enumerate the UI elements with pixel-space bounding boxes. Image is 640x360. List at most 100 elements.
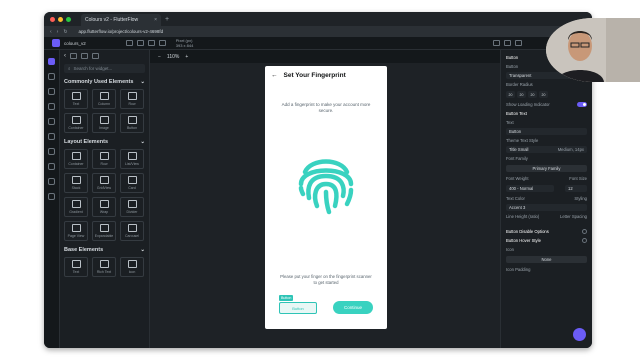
font-family-select[interactable]: Primary Family bbox=[506, 165, 587, 172]
loading-toggle[interactable] bbox=[577, 102, 587, 107]
font-family-value: Primary Family bbox=[532, 166, 561, 171]
font-weight-size-row: Font Weight Font Size bbox=[501, 174, 592, 183]
project-name[interactable]: colours_v2 bbox=[64, 41, 86, 46]
reload-icon[interactable]: ↻ bbox=[63, 29, 67, 35]
theme-style-weight: Medium, 14px bbox=[557, 147, 584, 152]
minimize-window-icon[interactable] bbox=[58, 16, 63, 22]
components-icon[interactable] bbox=[48, 88, 55, 95]
back-icon[interactable]: ‹ bbox=[50, 29, 52, 35]
font-weight-select[interactable]: 400 - Normal bbox=[506, 185, 554, 192]
widget-tile[interactable]: Button bbox=[120, 113, 144, 133]
forward-icon[interactable]: › bbox=[57, 29, 59, 35]
section-layout[interactable]: Layout Elements ⌄ bbox=[60, 135, 149, 147]
widget-tile[interactable]: Carousel bbox=[120, 221, 144, 241]
widget-label: Stack bbox=[71, 186, 81, 190]
left-nav-rail bbox=[44, 50, 60, 348]
widget-tile[interactable]: Row bbox=[120, 89, 144, 109]
close-window-icon[interactable] bbox=[50, 16, 55, 22]
continue-button[interactable]: Continue bbox=[333, 301, 373, 314]
zoom-out-icon[interactable]: − bbox=[158, 54, 161, 60]
api-calls-icon[interactable] bbox=[48, 133, 55, 140]
hover-style-row[interactable]: Button Hover Style bbox=[501, 236, 592, 245]
widget-tile[interactable]: Card bbox=[120, 173, 144, 193]
widget-tile[interactable]: Column bbox=[92, 89, 116, 109]
rotate-icon[interactable] bbox=[158, 40, 166, 46]
ai-assistant-icon[interactable] bbox=[573, 328, 586, 341]
widget-tile[interactable]: Gradient bbox=[64, 197, 88, 217]
phone-preview[interactable]: ← Set Your Fingerprint Add a fingerprint… bbox=[265, 66, 387, 329]
widget-tile[interactable]: Text bbox=[64, 257, 88, 277]
text-color-value: Accent 3 bbox=[509, 205, 526, 210]
widget-tile[interactable]: List/View bbox=[120, 149, 144, 169]
font-size-input[interactable]: 12 bbox=[565, 185, 587, 192]
widget-label: Rich Text bbox=[96, 270, 112, 274]
widgets-tab-icon[interactable] bbox=[70, 53, 77, 59]
share-icon[interactable] bbox=[515, 40, 522, 46]
phone-icon[interactable] bbox=[147, 40, 155, 46]
flutterflow-logo-icon[interactable] bbox=[52, 39, 60, 47]
media-assets-icon[interactable] bbox=[48, 148, 55, 155]
desktop-icon[interactable] bbox=[125, 40, 133, 46]
disable-options-label: Button Disable Options bbox=[506, 229, 549, 234]
play-icon[interactable] bbox=[504, 40, 511, 46]
radius-top-right[interactable]: 20 bbox=[517, 91, 526, 98]
widget-tile[interactable]: Wrap bbox=[92, 197, 116, 217]
selected-button-label: Button bbox=[292, 305, 304, 311]
disable-options-row[interactable]: Button Disable Options bbox=[501, 227, 592, 236]
widget-palette-icon[interactable] bbox=[48, 58, 55, 65]
widget-tile[interactable]: Stack bbox=[64, 173, 88, 193]
widget-label: Row bbox=[100, 162, 108, 166]
settings-icon[interactable] bbox=[493, 40, 500, 46]
widget-label: Container bbox=[68, 162, 84, 166]
tablet-icon[interactable] bbox=[136, 40, 144, 46]
widget-label: Button bbox=[126, 126, 138, 130]
close-tab-icon[interactable]: × bbox=[154, 17, 157, 23]
widget-search[interactable]: ⌕ Search for widget... bbox=[64, 64, 145, 73]
widget-tile[interactable]: Page View bbox=[64, 221, 88, 241]
zoom-in-icon[interactable]: + bbox=[185, 54, 188, 60]
widget-tree-icon[interactable] bbox=[48, 73, 55, 80]
radius-top-left[interactable]: 20 bbox=[506, 91, 515, 98]
search-placeholder: Search for widget... bbox=[73, 66, 113, 71]
background-value: Transparent bbox=[509, 73, 532, 78]
common-widgets-grid: Text Column Row Container Image Button bbox=[60, 87, 149, 135]
selected-button[interactable]: Button bbox=[279, 302, 317, 314]
theme-icon[interactable] bbox=[48, 178, 55, 185]
widget-label: Expandable bbox=[94, 234, 114, 238]
widget-tile[interactable]: Container bbox=[64, 149, 88, 169]
text-color-select[interactable]: Accent 3 bbox=[506, 204, 587, 211]
widget-name: Button bbox=[506, 55, 519, 60]
radius-bottom-left[interactable]: 20 bbox=[528, 91, 537, 98]
components-tab-icon[interactable] bbox=[81, 53, 88, 59]
widget-tile[interactable]: Divider bbox=[120, 197, 144, 217]
firestore-icon[interactable] bbox=[48, 118, 55, 125]
widget-tile[interactable]: Rich Text bbox=[92, 257, 116, 277]
icon-value: None bbox=[541, 257, 552, 262]
back-arrow-icon[interactable]: ← bbox=[271, 72, 278, 79]
url-field[interactable]: app.flutterflow.io/project/colours-v2-46… bbox=[79, 29, 164, 34]
theme-style-select[interactable]: Title Small Medium, 14px bbox=[506, 146, 587, 153]
text-label: Text bbox=[506, 120, 514, 125]
widget-tile[interactable]: Image bbox=[92, 113, 116, 133]
section-base[interactable]: Base Elements ⌄ bbox=[60, 243, 149, 255]
widget-tile[interactable]: Row bbox=[92, 149, 116, 169]
custom-code-icon[interactable] bbox=[48, 163, 55, 170]
widget-tile[interactable]: GridView bbox=[92, 173, 116, 193]
widget-label: Container bbox=[68, 126, 84, 130]
text-field[interactable]: Button bbox=[506, 128, 587, 135]
radius-bottom-right[interactable]: 20 bbox=[539, 91, 548, 98]
widget-tile[interactable]: Expandable bbox=[92, 221, 116, 241]
app-settings-icon[interactable] bbox=[48, 193, 55, 200]
icon-select[interactable]: None bbox=[506, 256, 587, 263]
new-tab-icon[interactable]: + bbox=[165, 16, 169, 23]
back-arrow-icon[interactable]: ‹ bbox=[64, 53, 66, 59]
widget-tile[interactable]: Container bbox=[64, 113, 88, 133]
library-tab-icon[interactable] bbox=[92, 53, 99, 59]
widget-tile[interactable]: Icon bbox=[120, 257, 144, 277]
browser-tab[interactable]: Colours v2 - FlutterFlow × bbox=[81, 14, 161, 26]
section-common[interactable]: Commonly Used Elements ⌄ bbox=[60, 75, 149, 87]
zoom-level[interactable]: 110% bbox=[167, 54, 179, 60]
widget-tile[interactable]: Text bbox=[64, 89, 88, 109]
storyboard-icon[interactable] bbox=[48, 103, 55, 110]
maximize-window-icon[interactable] bbox=[66, 16, 71, 22]
